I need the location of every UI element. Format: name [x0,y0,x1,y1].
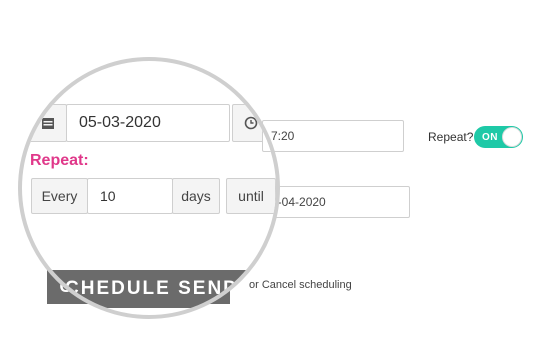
every-addon: Every [31,178,88,214]
until-label: until [238,188,264,204]
calendar-icon [42,118,54,129]
days-addon: days [172,178,220,214]
days-label: days [181,188,211,204]
start-date-input[interactable]: 05-03-2020 [66,104,230,142]
toggle-knob [502,127,522,147]
magnifier-lens: 05-03-2020 7:20 Repeat: Every 10 days un… [18,57,280,319]
schedule-send-button[interactable]: CHEDULE SEND [47,270,248,308]
repeat-toggle[interactable]: ON [474,126,523,148]
calendar-addon[interactable] [29,104,67,142]
until-addon: until [226,178,276,214]
interval-input[interactable]: 10 [87,178,173,214]
toggle-on-label: ON [482,131,498,143]
schedule-send-label: CHEDULE SEND [65,278,239,299]
start-date-value: 05-03-2020 [79,114,161,131]
clock-icon [244,116,258,130]
every-label: Every [41,188,78,204]
time-input-bg[interactable]: 7:20 [262,120,404,152]
repeat-question-label: Repeat? [428,130,474,144]
interval-value: 10 [100,188,116,204]
magnified-view: 05-03-2020 7:20 Repeat: Every 10 days un… [22,61,276,315]
end-date-input-bg[interactable]: 5-04-2020 [262,186,410,218]
repeat-heading: Repeat: [30,152,89,169]
